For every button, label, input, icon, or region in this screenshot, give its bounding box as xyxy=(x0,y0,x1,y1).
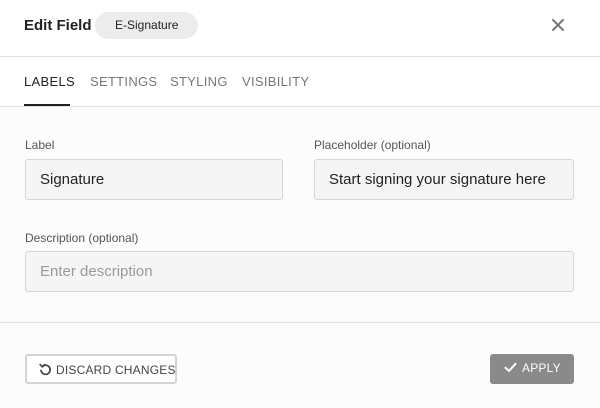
dialog-header: Edit Field E-Signature xyxy=(0,0,600,57)
label-field-label: Label xyxy=(25,138,55,152)
apply-button[interactable]: APPLY xyxy=(490,354,574,384)
undo-icon xyxy=(39,363,51,376)
tab-visibility[interactable]: VISIBILITY xyxy=(242,74,309,89)
tab-labels[interactable]: LABELS xyxy=(24,74,75,89)
dialog-footer: DISCARD CHANGES APPLY xyxy=(0,323,600,408)
field-type-badge: E-Signature xyxy=(95,12,199,39)
label-input[interactable] xyxy=(25,159,283,200)
form-body: Label Placeholder (optional) Description… xyxy=(0,107,600,323)
tab-bar: LABELS SETTINGS STYLING VISIBILITY xyxy=(0,57,600,107)
description-field-label: Description (optional) xyxy=(25,231,139,245)
close-icon[interactable] xyxy=(549,16,567,34)
discard-changes-label: DISCARD CHANGES xyxy=(56,363,176,377)
discard-changes-button[interactable]: DISCARD CHANGES xyxy=(25,354,177,384)
active-tab-indicator xyxy=(24,104,70,106)
apply-label: APPLY xyxy=(522,361,561,375)
placeholder-field-label: Placeholder (optional) xyxy=(314,138,431,152)
tab-styling[interactable]: STYLING xyxy=(170,74,228,89)
check-icon xyxy=(504,362,517,372)
description-input[interactable] xyxy=(25,251,574,292)
dialog-title: Edit Field xyxy=(24,17,92,34)
placeholder-input[interactable] xyxy=(314,159,574,200)
tab-settings[interactable]: SETTINGS xyxy=(90,74,157,89)
